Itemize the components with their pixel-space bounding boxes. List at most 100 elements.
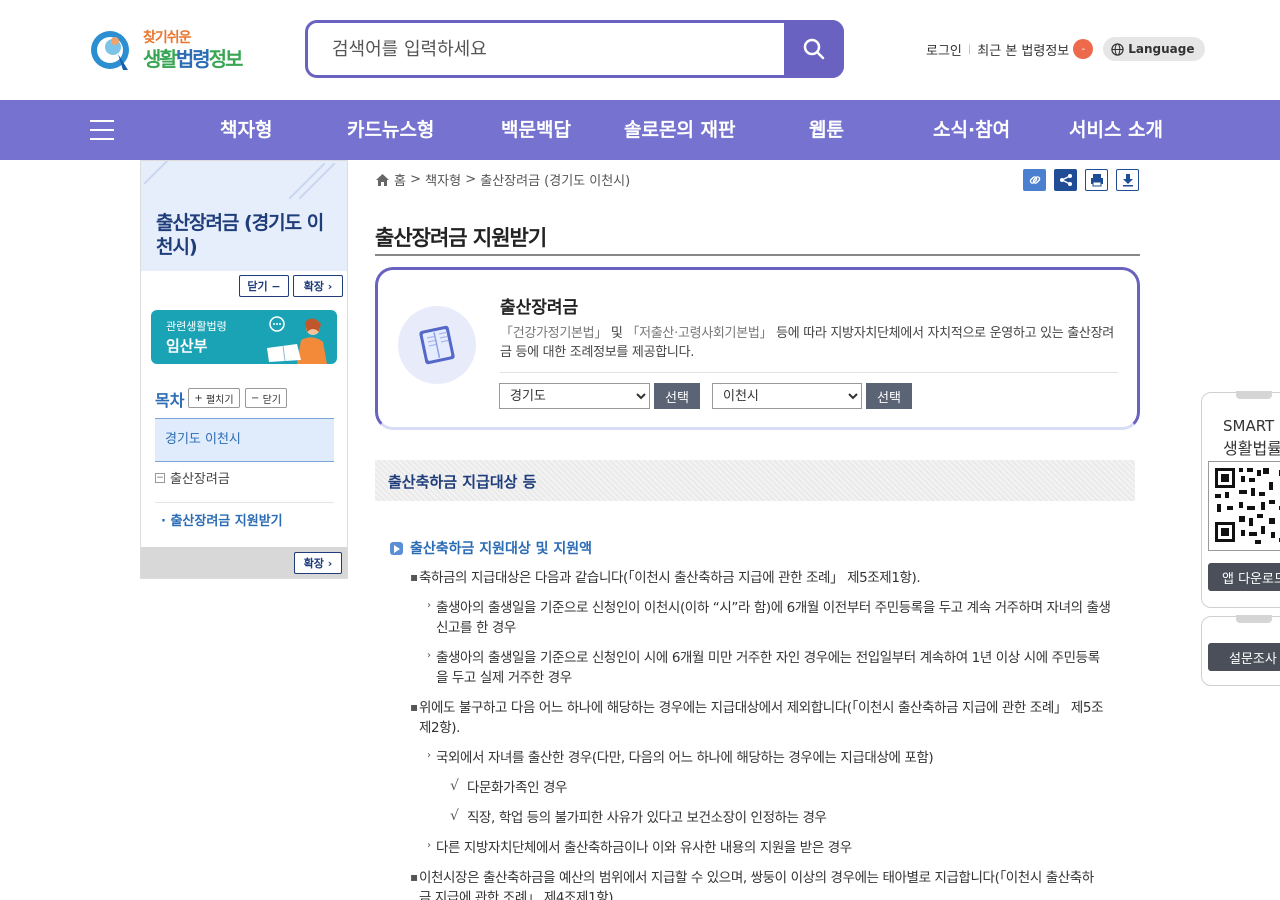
print-button[interactable]	[1085, 169, 1108, 191]
toc-item-region[interactable]: 경기도 이천시	[155, 418, 334, 462]
intro-title: 출산장려금	[500, 298, 579, 318]
divider: |	[967, 43, 972, 55]
subsection-title: 출산축하금 지원대상 및 지원액	[390, 538, 592, 558]
smart-app-name: 생활법률	[1223, 439, 1280, 458]
nav-item-qna[interactable]: 백문백답	[501, 100, 571, 160]
smart-label: SMART	[1223, 417, 1275, 435]
sidebar-expand-button[interactable]: 확장 ›	[293, 275, 343, 297]
collapse-icon: −	[155, 472, 165, 483]
related-title: 임산부	[166, 337, 208, 355]
left-sidebar: 출산장려금 (경기도 이천시) 닫기 − 확장 › 관련생활법령 임산부 목차 …	[140, 160, 348, 579]
main-nav: 책자형 카드뉴스형 백문백답 솔로몬의 재판 웹툰 소식·참여 서비스 소개	[0, 100, 1280, 160]
share-button[interactable]	[1054, 169, 1077, 191]
toc-label: 목차	[155, 391, 185, 410]
page-title: 출산장려금 지원받기	[375, 226, 547, 250]
download-button[interactable]	[1116, 169, 1139, 191]
section-title: 출산축하금 지급대상 등	[388, 473, 537, 491]
breadcrumb: 홈 > 책자형 > 출산장려금 (경기도 이천시)	[375, 170, 630, 189]
print-icon	[1090, 174, 1103, 187]
header: 찾기쉬운 생활법령정보 로그인 | 최근 본 법령정보 - Language	[0, 0, 1280, 100]
recent-laws-link[interactable]: 최근 본 법령정보	[977, 40, 1069, 59]
toc-collapse-all-button[interactable]: − 닫기	[245, 388, 287, 408]
arrow-bullet-icon: ›	[427, 600, 431, 611]
reading-person-icon	[267, 316, 327, 364]
check-root-icon: √	[450, 808, 459, 824]
app-download-button[interactable]: 앱 다운로드	[1208, 563, 1280, 591]
province-select-button[interactable]: 선택	[654, 383, 700, 409]
content-line: 이천시장은 출산축하금을 예산의 범위에서 지급할 수 있으며, 쌍둥이 이상의…	[419, 870, 1094, 886]
search-icon	[803, 38, 825, 60]
qr-code-icon	[1208, 461, 1280, 551]
sidebar-title: 출산장려금 (경기도 이천시)	[156, 212, 324, 258]
survey-button[interactable]: 설문조사	[1208, 643, 1280, 671]
content-line: 축하금의 지급대상은 다음과 같습니다(「이천시 출산축하금 지급에 관한 조례…	[419, 570, 921, 586]
nav-item-webtoon[interactable]: 웹툰	[809, 100, 844, 160]
language-label: Language	[1128, 42, 1195, 56]
intro-description: 「건강가정기본법」 및 「저출산·고령사회기본법」 등에 따라 지방자치단체에서…	[500, 326, 1114, 360]
intro-divider	[500, 372, 1118, 373]
intro-illustration	[398, 306, 476, 384]
content-line: 금 지급에 관한 조례」 제4조제1항).	[419, 890, 618, 900]
breadcrumb-booklet[interactable]: 책자형	[425, 170, 461, 189]
content-line: 을 두고 실제 거주한 경우	[436, 670, 572, 686]
globe-icon	[1111, 42, 1124, 56]
menu-icon[interactable]	[90, 120, 114, 140]
top-links: 로그인 | 최근 본 법령정보 - Language	[926, 37, 1205, 61]
sidebar-footer-expand-button[interactable]: 확장 ›	[294, 552, 342, 574]
bullet-icon: ▪	[410, 570, 419, 584]
sidebar-footer: 확장 ›	[141, 547, 347, 578]
content-line: 출생아의 출생일을 기준으로 신청인이 이천시(이하 “시”라 함)에 6개월 …	[436, 600, 1111, 616]
copy-link-button[interactable]	[1023, 169, 1046, 191]
check-root-icon: √	[450, 778, 459, 794]
sidebar-close-button[interactable]: 닫기 −	[239, 275, 289, 297]
city-select-button[interactable]: 선택	[866, 383, 912, 409]
toc-divider	[155, 502, 334, 503]
share-icon	[1059, 174, 1072, 186]
logo-title: 생활법령정보	[143, 47, 243, 71]
toc-item-incentive[interactable]: − 출산장려금	[155, 468, 230, 487]
content-line: 직장, 학업 등의 불가피한 사유가 있다고 보건소장이 인정하는 경우	[467, 810, 827, 826]
title-underline	[375, 254, 1140, 256]
content-line: 다문화가족인 경우	[467, 780, 568, 796]
search-button[interactable]	[784, 20, 844, 78]
survey-card: 설문조사	[1201, 615, 1280, 686]
content-line: 위에도 불구하고 다음 어느 하나에 해당하는 경우에는 지급대상에서 제외합니…	[419, 700, 1104, 716]
sidebar-header: 출산장려금 (경기도 이천시)	[141, 161, 347, 271]
arrow-bullet-icon: ›	[427, 840, 431, 851]
download-icon	[1122, 174, 1133, 187]
smart-app-card: SMART 생활법률 앱 다운로드	[1201, 391, 1280, 608]
city-select[interactable]: 이천시	[712, 383, 862, 409]
logo-emblem-icon	[91, 31, 129, 70]
card-clip	[1236, 615, 1272, 623]
breadcrumb-current[interactable]: 출산장려금 (경기도 이천시)	[480, 170, 630, 189]
nav-item-about[interactable]: 서비스 소개	[1069, 100, 1163, 160]
site-logo[interactable]: 찾기쉬운 생활법령정보	[88, 24, 250, 76]
bullet-icon: ▪	[410, 870, 419, 884]
monitor-book-icon	[419, 325, 455, 365]
home-icon	[376, 173, 389, 186]
content-line: 출생아의 출생일을 기준으로 신청인이 시에 6개월 미만 거주한 자인 경우에…	[436, 650, 1100, 666]
card-clip	[1236, 391, 1272, 399]
search-input[interactable]	[332, 35, 772, 63]
nav-item-news[interactable]: 소식·참여	[933, 100, 1010, 160]
nav-item-solomon[interactable]: 솔로몬의 재판	[624, 100, 736, 160]
language-button[interactable]: Language	[1103, 37, 1205, 61]
toc-subitem-apply[interactable]: · 출산장려금 지원받기	[161, 510, 283, 529]
related-label: 관련생활법령	[166, 320, 227, 333]
related-law-card[interactable]: 관련생활법령 임산부	[151, 310, 337, 364]
section-header: 출산축하금 지급대상 등	[375, 460, 1135, 501]
breadcrumb-home[interactable]: 홈	[394, 170, 406, 189]
arrow-box-icon	[390, 541, 403, 555]
nav-item-cardnews[interactable]: 카드뉴스형	[347, 100, 434, 160]
recent-count-badge: -	[1073, 39, 1094, 59]
nav-item-booklet[interactable]: 책자형	[220, 100, 272, 160]
arrow-bullet-icon: ›	[427, 750, 431, 761]
arrow-bullet-icon: ›	[427, 650, 431, 661]
toc-expand-all-button[interactable]: + 펼치기	[188, 388, 240, 408]
intro-box: 출산장려금 「건강가정기본법」 및 「저출산·고령사회기본법」 등에 따라 지방…	[375, 267, 1140, 430]
content-line: 국외에서 자녀를 출산한 경우(다만, 다음의 어느 하나에 해당하는 경우에는…	[436, 750, 934, 766]
search-box	[305, 20, 844, 78]
content-line: 다른 지방자치단체에서 출산축하금이나 이와 유사한 내용의 지원을 받은 경우	[436, 840, 852, 856]
province-select[interactable]: 경기도	[499, 383, 650, 409]
login-link[interactable]: 로그인	[926, 40, 962, 59]
